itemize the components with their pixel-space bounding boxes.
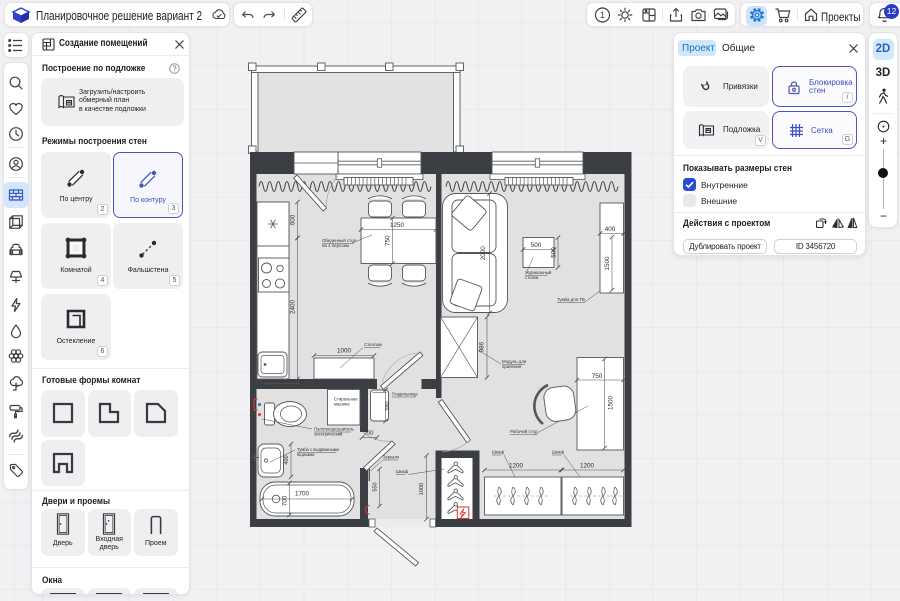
svg-text:200: 200 — [364, 431, 373, 437]
svg-text:2000: 2000 — [480, 246, 487, 261]
svg-text:1250: 1250 — [390, 222, 405, 229]
svg-text:600: 600 — [290, 214, 297, 225]
svg-text:580: 580 — [385, 401, 391, 410]
svg-text:1700: 1700 — [295, 491, 310, 498]
svg-text:1200: 1200 — [580, 463, 595, 470]
svg-text:Рабочий стол: Рабочий стол — [510, 429, 538, 434]
svg-text:1200: 1200 — [509, 463, 524, 470]
svg-text:1500: 1500 — [604, 256, 611, 271]
svg-text:Тумба для ТВ: Тумба для ТВ — [557, 297, 585, 302]
svg-text:Шкаф: Шкаф — [492, 450, 504, 455]
svg-text:500: 500 — [551, 247, 558, 258]
svg-text:Шкаф: Шкаф — [396, 469, 408, 474]
svg-text:1500: 1500 — [608, 396, 615, 411]
svg-text:Гладильница: Гладильница — [392, 392, 418, 397]
svg-text:400: 400 — [605, 226, 616, 233]
svg-text:700: 700 — [282, 495, 289, 506]
svg-text:750: 750 — [592, 373, 603, 380]
svg-text:1000: 1000 — [337, 348, 352, 355]
svg-text:2400: 2400 — [290, 300, 297, 315]
svg-text:Стеллаж: Стеллаж — [364, 342, 382, 347]
svg-text:550: 550 — [372, 482, 378, 491]
svg-text:500: 500 — [531, 242, 542, 249]
svg-text:750: 750 — [385, 235, 392, 246]
svg-text:1: 1 — [600, 10, 605, 20]
svg-text:400: 400 — [284, 455, 290, 464]
svg-text:Зеркало: Зеркало — [383, 455, 400, 460]
svg-text:Шкаф: Шкаф — [552, 450, 564, 455]
svg-text:1000: 1000 — [419, 483, 425, 495]
